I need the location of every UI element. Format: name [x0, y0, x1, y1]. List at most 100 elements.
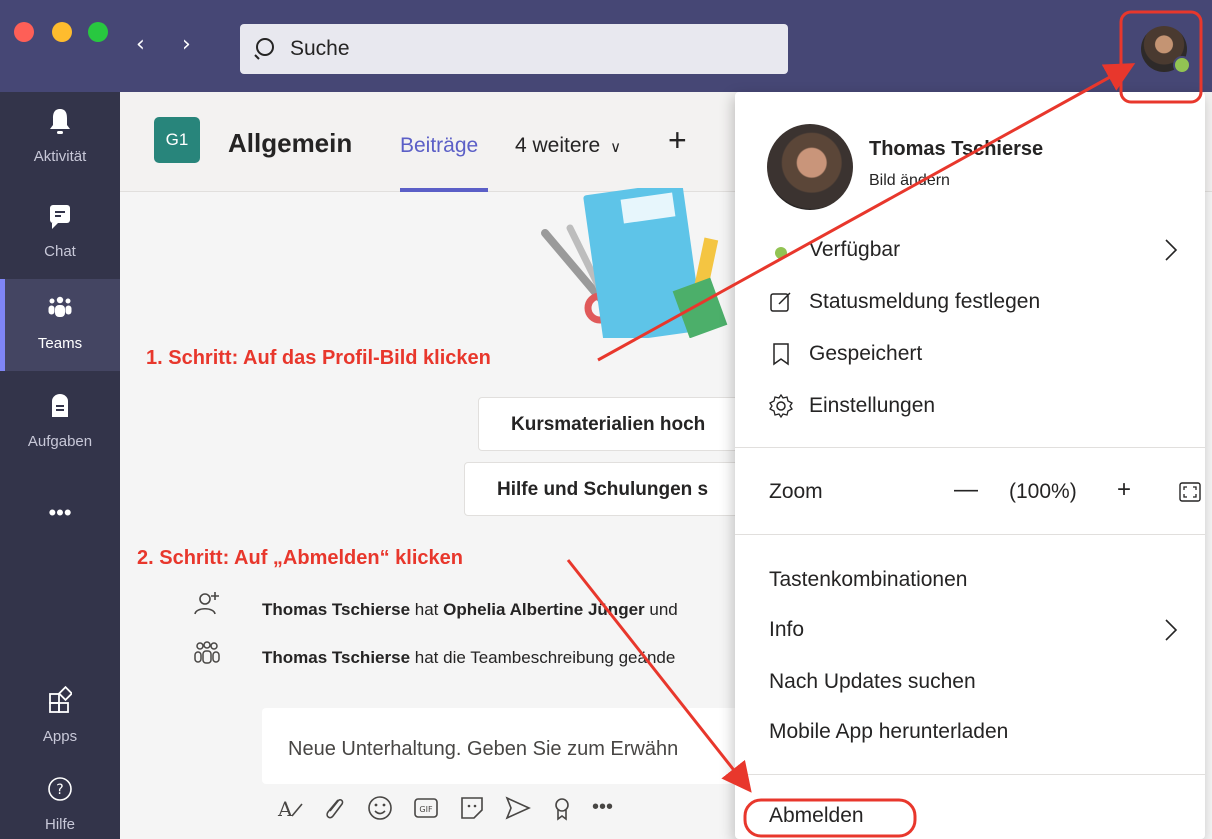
- menu-divider: [735, 534, 1205, 535]
- menu-divider: [735, 447, 1205, 448]
- activity-actor[interactable]: Thomas Tschierse: [262, 648, 410, 667]
- search-icon: [254, 38, 274, 60]
- window-minimize-button[interactable]: [52, 22, 72, 42]
- profile-avatar-button[interactable]: [1141, 26, 1191, 74]
- chat-icon: [50, 205, 70, 229]
- tab-active-indicator: [400, 188, 488, 192]
- rail-item-apps[interactable]: Apps: [0, 672, 120, 764]
- activity-text: hat: [410, 600, 444, 619]
- rail-item-chat[interactable]: Chat: [0, 187, 120, 279]
- annotation-step-1: 1. Schritt: Auf das Profil-Bild klicken: [146, 347, 491, 369]
- channel-title: Allgemein: [228, 128, 353, 158]
- bookmark-icon: [773, 343, 789, 366]
- app-rail: Aktivität Chat Teams Aufgaben ••• Apps ?…: [0, 92, 120, 839]
- praise-icon[interactable]: [548, 794, 576, 822]
- chevron-down-icon: ∨: [610, 139, 622, 156]
- rail-label: Aufgaben: [27, 433, 93, 450]
- svg-text:A: A: [277, 797, 293, 821]
- profile-picture[interactable]: [767, 124, 853, 210]
- activity-text: und: [644, 600, 678, 619]
- sign-out-item[interactable]: Abmelden: [769, 796, 1179, 836]
- activity-actor[interactable]: Thomas Tschierse: [262, 600, 410, 619]
- check-updates-label: Nach Updates suchen: [769, 670, 976, 693]
- add-tab-button[interactable]: +: [668, 122, 687, 159]
- status-available-icon: [1173, 56, 1191, 74]
- check-updates-item[interactable]: Nach Updates suchen: [769, 662, 1179, 702]
- rail-item-help[interactable]: ? Hilfe: [0, 764, 120, 839]
- zoom-row: Zoom — (100%) +: [769, 472, 1201, 512]
- gear-icon: [769, 394, 793, 418]
- profile-name: Thomas Tschierse: [869, 138, 1044, 160]
- format-icon[interactable]: A: [276, 794, 304, 822]
- bell-icon: [50, 109, 70, 134]
- forward-arrow-icon[interactable]: ›: [182, 34, 191, 56]
- saved-label: Gespeichert: [809, 342, 923, 365]
- add-member-icon: [194, 592, 219, 615]
- team-description-icon: [194, 641, 220, 664]
- emoji-icon[interactable]: [366, 794, 394, 822]
- info-item[interactable]: Info: [769, 610, 1179, 650]
- team-badge: G1: [154, 117, 200, 163]
- window-close-button[interactable]: [14, 22, 34, 42]
- settings-item[interactable]: Einstellungen: [769, 386, 1179, 426]
- rail-label: Hilfe: [44, 816, 75, 833]
- send-icon[interactable]: [504, 794, 532, 822]
- profile-menu: Thomas Tschierse Bild ändern Verfügbar S…: [735, 92, 1205, 839]
- gif-icon[interactable]: GIF: [412, 794, 440, 822]
- attach-icon[interactable]: [320, 794, 348, 822]
- teams-icon: [48, 296, 72, 317]
- rail-label: Chat: [44, 243, 76, 260]
- activity-text: hat die Teambeschreibung geände: [410, 648, 676, 667]
- rail-item-assignments[interactable]: Aufgaben: [0, 377, 120, 469]
- help-training-button[interactable]: Hilfe und Schulungen s: [464, 462, 778, 516]
- search-input[interactable]: Suche: [240, 24, 788, 74]
- sign-out-label: Abmelden: [769, 804, 864, 827]
- rail-item-more[interactable]: •••: [0, 482, 120, 542]
- more-icon: •••: [48, 500, 72, 525]
- rail-label: Teams: [37, 335, 83, 352]
- tab-more-label: 4 weitere: [515, 134, 601, 157]
- annotation-step-2: 2. Schritt: Auf „Abmelden“ klicken: [137, 547, 463, 569]
- window-zoom-button[interactable]: [88, 22, 108, 42]
- activity-item: Thomas Tschierse hat Ophelia Albertine J…: [262, 600, 742, 620]
- info-label: Info: [769, 618, 805, 641]
- more-options-icon[interactable]: •••: [592, 796, 620, 824]
- welcome-illustration: [541, 188, 728, 338]
- rail-label: Apps: [42, 728, 78, 745]
- zoom-out-button[interactable]: —: [954, 476, 978, 504]
- mobile-app-item[interactable]: Mobile App herunterladen: [769, 712, 1179, 752]
- zoom-label: Zoom: [769, 480, 823, 503]
- search-placeholder: Suche: [290, 37, 350, 60]
- set-status-message-label: Statusmeldung festlegen: [809, 290, 1041, 313]
- upload-materials-button[interactable]: Kursmaterialien hoch: [478, 397, 778, 451]
- tab-posts[interactable]: Beiträge: [400, 134, 478, 158]
- status-label: Verfügbar: [809, 238, 901, 261]
- keyboard-shortcuts-item[interactable]: Tastenkombinationen: [769, 560, 1179, 600]
- activity-target[interactable]: Ophelia Albertine Jünger: [443, 600, 645, 619]
- back-arrow-icon[interactable]: ‹: [136, 34, 145, 56]
- change-picture-link[interactable]: Bild ändern: [869, 172, 950, 190]
- fullscreen-icon[interactable]: [1179, 482, 1201, 502]
- assignments-icon: [52, 394, 68, 417]
- tab-more-dropdown[interactable]: 4 weitere ∨: [515, 134, 621, 158]
- zoom-in-button[interactable]: +: [1117, 476, 1131, 504]
- status-available-icon: [775, 247, 787, 259]
- svg-text:GIF: GIF: [419, 805, 433, 814]
- menu-divider: [735, 774, 1205, 775]
- sticker-icon[interactable]: [458, 794, 486, 822]
- rail-item-teams[interactable]: Teams: [0, 279, 120, 371]
- settings-label: Einstellungen: [809, 394, 936, 417]
- mobile-app-label: Mobile App herunterladen: [769, 720, 1009, 743]
- saved-item[interactable]: Gespeichert: [769, 334, 1179, 374]
- activity-item: Thomas Tschierse hat die Teambeschreibun…: [262, 648, 742, 668]
- chevron-right-icon: [1165, 239, 1178, 261]
- set-status-message-item[interactable]: Statusmeldung festlegen: [769, 282, 1179, 322]
- edit-message-icon: [770, 292, 791, 312]
- rail-item-activity[interactable]: Aktivität: [0, 92, 120, 184]
- new-conversation-input[interactable]: Neue Unterhaltung. Geben Sie zum Erwähn: [262, 708, 792, 784]
- title-bar: ‹ › Suche: [0, 0, 1212, 92]
- rail-label: Aktivität: [33, 148, 87, 165]
- zoom-value: (100%): [1009, 480, 1077, 503]
- help-icon: ?: [48, 777, 72, 801]
- status-menu-item[interactable]: Verfügbar: [769, 230, 1179, 270]
